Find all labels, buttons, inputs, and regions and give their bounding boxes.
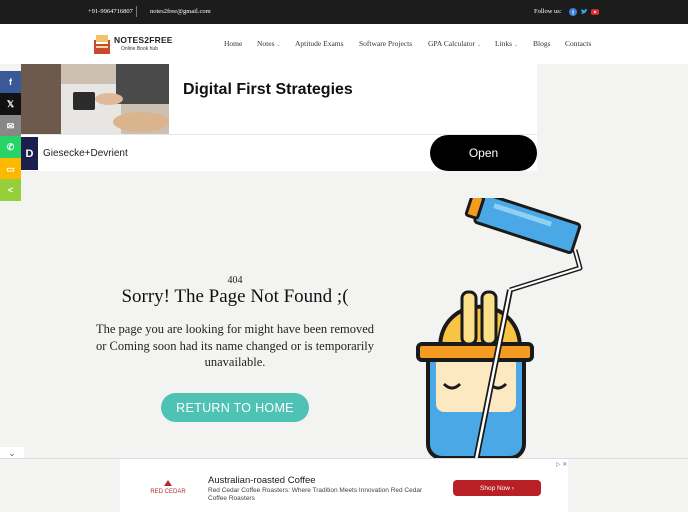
nav-aptitude-exams[interactable]: Aptitude Exams: [295, 39, 344, 48]
whatsapp-icon: ✆: [6, 141, 15, 152]
nav-label: Home: [224, 39, 243, 48]
top-bar: +91-9964716807 notes2free@gmail.com Foll…: [0, 0, 688, 24]
nav-label: Links: [495, 39, 513, 48]
book-logo-icon: [94, 35, 110, 54]
payment-terminal-image: [21, 64, 169, 134]
nav-blogs[interactable]: Blogs: [533, 39, 551, 48]
nav-notes[interactable]: Notes ⌄: [257, 39, 281, 48]
error-code: 404: [227, 275, 243, 286]
nav-label: GPA Calculator: [428, 39, 476, 48]
ad-brand-name: Giesecke+Devrient: [43, 148, 128, 159]
brand-logo: D: [21, 137, 38, 170]
adchoices-close-icon[interactable]: ▷ ✕: [556, 461, 567, 468]
share-sms-button[interactable]: ▭: [0, 158, 21, 180]
email-icon: ✉: [6, 120, 15, 131]
x-twitter-icon: 𝕏: [6, 98, 15, 109]
facebook-icon: f: [9, 77, 12, 87]
svg-text:f: f: [572, 10, 574, 16]
nav-links[interactable]: Links ⌄: [495, 39, 518, 48]
painter-illustration: [416, 198, 583, 461]
logo-mark-icon: [164, 480, 172, 486]
share-facebook-button[interactable]: f: [0, 71, 21, 93]
nav-gpa-calculator[interactable]: GPA Calculator ⌄: [428, 39, 481, 48]
ad-photo: [21, 64, 169, 134]
nav-label: Notes: [257, 39, 275, 48]
phone-number[interactable]: +91-9964716807: [88, 8, 133, 15]
shop-now-button[interactable]: Shop Now ›: [453, 480, 541, 496]
nav-label: Aptitude Exams: [295, 39, 344, 48]
share-more-button[interactable]: <: [0, 179, 21, 201]
chevron-right-icon: ›: [511, 484, 514, 492]
top-ad-banner[interactable]: Digital First Strategies D Giesecke+Devr…: [21, 64, 537, 171]
nav-software-projects[interactable]: Software Projects: [359, 39, 412, 48]
youtube-icon[interactable]: [591, 8, 599, 16]
ad-open-button[interactable]: Open: [430, 135, 537, 171]
error-description: The page you are looking for might have …: [95, 322, 375, 369]
divider: [136, 6, 137, 17]
shop-now-label: Shop Now: [480, 484, 510, 492]
logo-subtitle: Online Book hub: [121, 46, 158, 52]
ad-description: Red Cedar Coffee Roasters: Where Traditi…: [208, 487, 423, 502]
email-link[interactable]: notes2free@gmail.com: [150, 8, 211, 15]
logo-title: NOTES2FREE: [114, 35, 173, 45]
facebook-icon[interactable]: f: [569, 8, 577, 16]
share-x-button[interactable]: 𝕏: [0, 93, 21, 115]
sms-icon: ▭: [6, 163, 15, 174]
ad-title[interactable]: Australian-roasted Coffee: [208, 475, 316, 486]
chevron-down-icon: ⌄: [477, 43, 482, 48]
nav-contacts[interactable]: Contacts: [565, 39, 591, 48]
follow-us-label: Follow us:: [534, 8, 562, 15]
site-header: NOTES2FREE Online Book hub Home Notes ⌄ A…: [0, 24, 688, 64]
nav-label: Contacts: [565, 39, 592, 48]
chevron-down-icon: ⌄: [276, 43, 281, 48]
twitter-icon[interactable]: [580, 8, 588, 16]
red-cedar-logo: RED CEDAR: [150, 479, 186, 497]
bottom-ad-banner[interactable]: RED CEDAR Australian-roasted Coffee Red …: [120, 459, 568, 512]
site-logo[interactable]: NOTES2FREE Online Book hub: [92, 30, 172, 58]
ad-headline: Digital First Strategies: [183, 81, 353, 98]
chevron-down-icon: ⌄: [8, 447, 16, 458]
chevron-down-icon: ⌄: [514, 43, 519, 48]
nav-label: Blogs: [533, 39, 551, 48]
logo-text: RED CEDAR: [150, 489, 186, 495]
page-title: Sorry! The Page Not Found ;(: [121, 286, 349, 307]
share-email-button[interactable]: ✉: [0, 115, 21, 137]
share-icon: <: [7, 185, 14, 195]
nav-label: Software Projects: [359, 39, 413, 48]
nav-home[interactable]: Home: [224, 39, 242, 48]
share-whatsapp-button[interactable]: ✆: [0, 136, 21, 158]
return-home-button[interactable]: RETURN TO HOME: [161, 393, 309, 422]
